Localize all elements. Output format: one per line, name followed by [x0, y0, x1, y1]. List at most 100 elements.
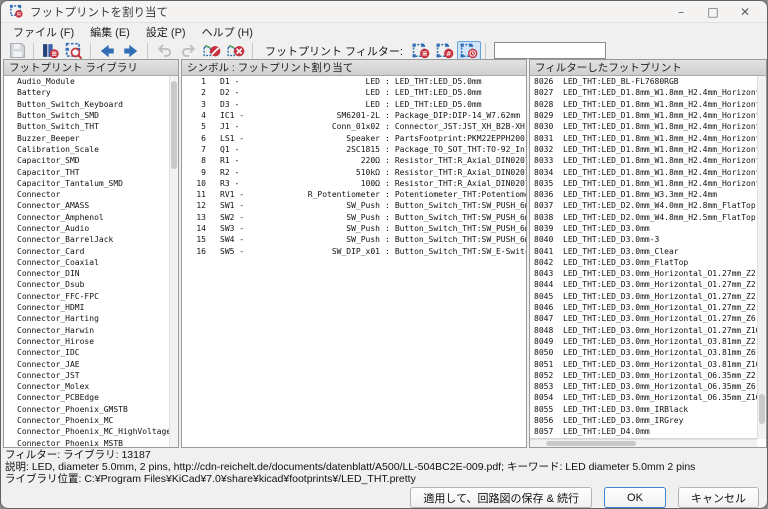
symbol-row[interactable]: 4 IC1 - SM6201-2L : Package_DIP:DIP-14_W…	[182, 110, 526, 121]
library-list-item[interactable]: Connector_Audio	[4, 223, 169, 234]
save-button[interactable]	[5, 41, 29, 61]
footprint-list-item[interactable]: 8043 LED_THT:LED_D3.0mm_Horizontal_O1.27…	[530, 268, 757, 279]
footprint-list-item[interactable]: 8051 LED_THT:LED_D3.0mm_Horizontal_O3.81…	[530, 358, 757, 369]
footprint-list-item[interactable]: 8040 LED_THT:LED_D3.0mm-3	[530, 234, 757, 245]
symbol-row[interactable]: 3 D3 - LED : LED_THT:LED_D5.0mm	[182, 99, 526, 110]
symbol-row[interactable]: 5 J1 - Conn_01x02 : Connector_JST:JST_XH…	[182, 121, 526, 132]
footprint-list-item[interactable]: 8041 LED_THT:LED_D3.0mm_Clear	[530, 245, 757, 256]
footprint-list-item[interactable]: 8046 LED_THT:LED_D3.0mm_Horizontal_O1.27…	[530, 302, 757, 313]
menu-file[interactable]: ファイル (F)	[5, 23, 82, 41]
footprint-list-item[interactable]: 8033 LED_THT:LED_D1.8mm_W1.8mm_H2.4mm_Ho…	[530, 155, 757, 166]
footprint-list-item[interactable]: 8050 LED_THT:LED_D3.0mm_Horizontal_O3.81…	[530, 347, 757, 358]
cancel-button[interactable]: キャンセル	[678, 487, 759, 508]
footprint-list-item[interactable]: 8026 LED_THT:LED_BL-FL7680RGB	[530, 76, 757, 87]
footprint-list-item[interactable]: 8045 LED_THT:LED_D3.0mm_Horizontal_O1.27…	[530, 291, 757, 302]
library-list-item[interactable]: Connector_IDC	[4, 347, 169, 358]
menu-preferences[interactable]: 設定 (P)	[138, 23, 194, 41]
footprint-list-item[interactable]: 8048 LED_THT:LED_D3.0mm_Horizontal_O1.27…	[530, 325, 757, 336]
symbol-row[interactable]: 14 SW3 - SW_Push : Button_Switch_THT:SW_…	[182, 223, 526, 234]
footprint-list-item[interactable]: 8052 LED_THT:LED_D3.0mm_Horizontal_O6.35…	[530, 370, 757, 381]
footprint-list-item[interactable]: 8027 LED_THT:LED_D1.8mm_W1.8mm_H2.4mm_Ho…	[530, 87, 757, 98]
menu-edit[interactable]: 編集 (E)	[82, 23, 138, 41]
footprint-list-item[interactable]: 8039 LED_THT:LED_D3.0mm	[530, 223, 757, 234]
library-list-item[interactable]: Connector_Phoenix_MSTB	[4, 438, 169, 448]
apply-save-continue-button[interactable]: 適用して、回路図の保存 & 続行	[410, 487, 592, 508]
footprint-list-item[interactable]: 8032 LED_THT:LED_D1.8mm_W1.8mm_H2.4mm_Ho…	[530, 144, 757, 155]
libraries-scrollbar[interactable]	[169, 76, 178, 447]
library-list-item[interactable]: Connector_Dsub	[4, 279, 169, 290]
footprint-list-item[interactable]: 8053 LED_THT:LED_D3.0mm_Horizontal_O6.35…	[530, 381, 757, 392]
filter-by-library-button[interactable]	[457, 41, 481, 61]
filter-by-pin-count-button[interactable]: #	[433, 41, 457, 61]
footprint-list-item[interactable]: 8044 LED_THT:LED_D3.0mm_Horizontal_O1.27…	[530, 279, 757, 290]
library-list-item[interactable]: Connector_Card	[4, 245, 169, 256]
library-list-item[interactable]: Button_Switch_THT	[4, 121, 169, 132]
library-list-item[interactable]: Connector_HDMI	[4, 302, 169, 313]
footprint-libraries-button[interactable]	[38, 41, 62, 61]
symbol-row[interactable]: 1 D1 - LED : LED_THT:LED_D5.0mm	[182, 76, 526, 87]
library-list-item[interactable]: Button_Switch_SMD	[4, 110, 169, 121]
library-list-item[interactable]: Connector_Harting	[4, 313, 169, 324]
menu-help[interactable]: ヘルプ (H)	[194, 23, 261, 41]
library-list-item[interactable]: Connector_FFC-FPC	[4, 291, 169, 302]
symbol-row[interactable]: 15 SW4 - SW_Push : Button_Switch_THT:SW_…	[182, 234, 526, 245]
footprint-list-item[interactable]: 8028 LED_THT:LED_D1.8mm_W1.8mm_H2.4mm_Ho…	[530, 99, 757, 110]
symbol-row[interactable]: 2 D2 - LED : LED_THT:LED_D5.0mm	[182, 87, 526, 98]
footprint-list-item[interactable]: 8049 LED_THT:LED_D3.0mm_Horizontal_O3.81…	[530, 336, 757, 347]
library-list-item[interactable]: Buzzer_Beeper	[4, 132, 169, 143]
library-list-item[interactable]: Connector_Hirose	[4, 336, 169, 347]
footprint-list-item[interactable]: 8036 LED_THT:LED_D1.8mm_W3.3mm_H2.4mm	[530, 189, 757, 200]
footprint-filter-input[interactable]	[494, 42, 606, 59]
footprint-list-item[interactable]: 8031 LED_THT:LED_D1.8mm_W1.8mm_H2.4mm_Ho…	[530, 132, 757, 143]
footprint-list-item[interactable]: 8035 LED_THT:LED_D1.8mm_W1.8mm_H2.4mm_Ho…	[530, 178, 757, 189]
symbol-row[interactable]: 13 SW2 - SW_Push : Button_Switch_THT:SW_…	[182, 212, 526, 223]
symbol-row[interactable]: 16 SW5 - SW_DIP_x01 : Button_Switch_THT:…	[182, 245, 526, 256]
footprint-list-item[interactable]: 8038 LED_THT:LED_D2.0mm_W4.8mm_H2.5mm_Fl…	[530, 212, 757, 223]
redo-button[interactable]	[176, 41, 200, 61]
footprints-hscrollbar[interactable]	[530, 439, 757, 447]
symbol-row[interactable]: 12 SW1 - SW_Push : Button_Switch_THT:SW_…	[182, 200, 526, 211]
footprint-list-item[interactable]: 8057 LED_THT:LED_D4.0mm	[530, 426, 757, 437]
library-list-item[interactable]: Connector_Phoenix_MC	[4, 415, 169, 426]
library-list-item[interactable]: Capacitor_SMD	[4, 155, 169, 166]
library-list-item[interactable]: Connector_Coaxial	[4, 257, 169, 268]
footprint-list-item[interactable]: 8047 LED_THT:LED_D3.0mm_Horizontal_O1.27…	[530, 313, 757, 324]
library-list-item[interactable]: Connector_Molex	[4, 381, 169, 392]
footprint-list-item[interactable]: 8042 LED_THT:LED_D3.0mm_FlatTop	[530, 257, 757, 268]
symbol-row[interactable]: 8 R1 - 220Ω : Resistor_THT:R_Axial_DIN02…	[182, 155, 526, 166]
symbol-row[interactable]: 6 LS1 - Speaker : PartsFootprint:PKM22EP…	[182, 132, 526, 143]
ok-button[interactable]: OK	[604, 487, 666, 508]
symbol-row[interactable]: 9 R2 - 510kΩ : Resistor_THT:R_Axial_DIN0…	[182, 166, 526, 177]
library-list-item[interactable]: Connector_Phoenix_MC_HighVoltage	[4, 426, 169, 437]
symbol-row[interactable]: 11 RV1 - R_Potentiometer : Potentiometer…	[182, 189, 526, 200]
maximize-button[interactable]: □	[697, 1, 729, 23]
library-list-item[interactable]: Connector_PCBEdge	[4, 392, 169, 403]
symbol-row[interactable]: 7 Q1 - 2SC1815 : Package_TO_SOT_THT:TO-9…	[182, 144, 526, 155]
library-list-item[interactable]: Calibration_Scale	[4, 144, 169, 155]
footprints-vscrollbar[interactable]	[757, 76, 766, 439]
library-list-item[interactable]: Audio_Module	[4, 76, 169, 87]
next-unassigned-button[interactable]	[119, 41, 143, 61]
footprint-list-item[interactable]: 8054 LED_THT:LED_D3.0mm_Horizontal_O6.35…	[530, 392, 757, 403]
library-list-item[interactable]: Connector_AMASS	[4, 200, 169, 211]
footprint-list-item[interactable]: 8029 LED_THT:LED_D1.8mm_W1.8mm_H2.4mm_Ho…	[530, 110, 757, 121]
symbol-row[interactable]: 10 R3 - 100Ω : Resistor_THT:R_Axial_DIN0…	[182, 178, 526, 189]
library-list-item[interactable]: Connector_JAE	[4, 358, 169, 369]
footprint-list-item[interactable]: 8037 LED_THT:LED_D2.0mm_W4.0mm_H2.8mm_Fl…	[530, 200, 757, 211]
filter-by-keyword-button[interactable]	[409, 41, 433, 61]
library-list-item[interactable]: Connector_Amphenol	[4, 212, 169, 223]
library-list-item[interactable]: Connector_Phoenix_GMSTB	[4, 404, 169, 415]
delete-all-associations-button[interactable]	[224, 41, 248, 61]
undo-button[interactable]	[152, 41, 176, 61]
footprint-list-item[interactable]: 8055 LED_THT:LED_D3.0mm_IRBlack	[530, 404, 757, 415]
previous-unassigned-button[interactable]	[95, 41, 119, 61]
footprint-list-item[interactable]: 8056 LED_THT:LED_D3.0mm_IRGrey	[530, 415, 757, 426]
minimize-button[interactable]: –	[665, 1, 697, 23]
footprint-list-item[interactable]: 8034 LED_THT:LED_D1.8mm_W1.8mm_H2.4mm_Ho…	[530, 166, 757, 177]
library-list-item[interactable]: Connector_DIN	[4, 268, 169, 279]
delete-association-button[interactable]	[200, 41, 224, 61]
library-list-item[interactable]: Battery	[4, 87, 169, 98]
footprint-list-item[interactable]: 8030 LED_THT:LED_D1.8mm_W1.8mm_H2.4mm_Ho…	[530, 121, 757, 132]
close-button[interactable]: ✕	[729, 1, 761, 23]
library-list-item[interactable]: Connector	[4, 189, 169, 200]
